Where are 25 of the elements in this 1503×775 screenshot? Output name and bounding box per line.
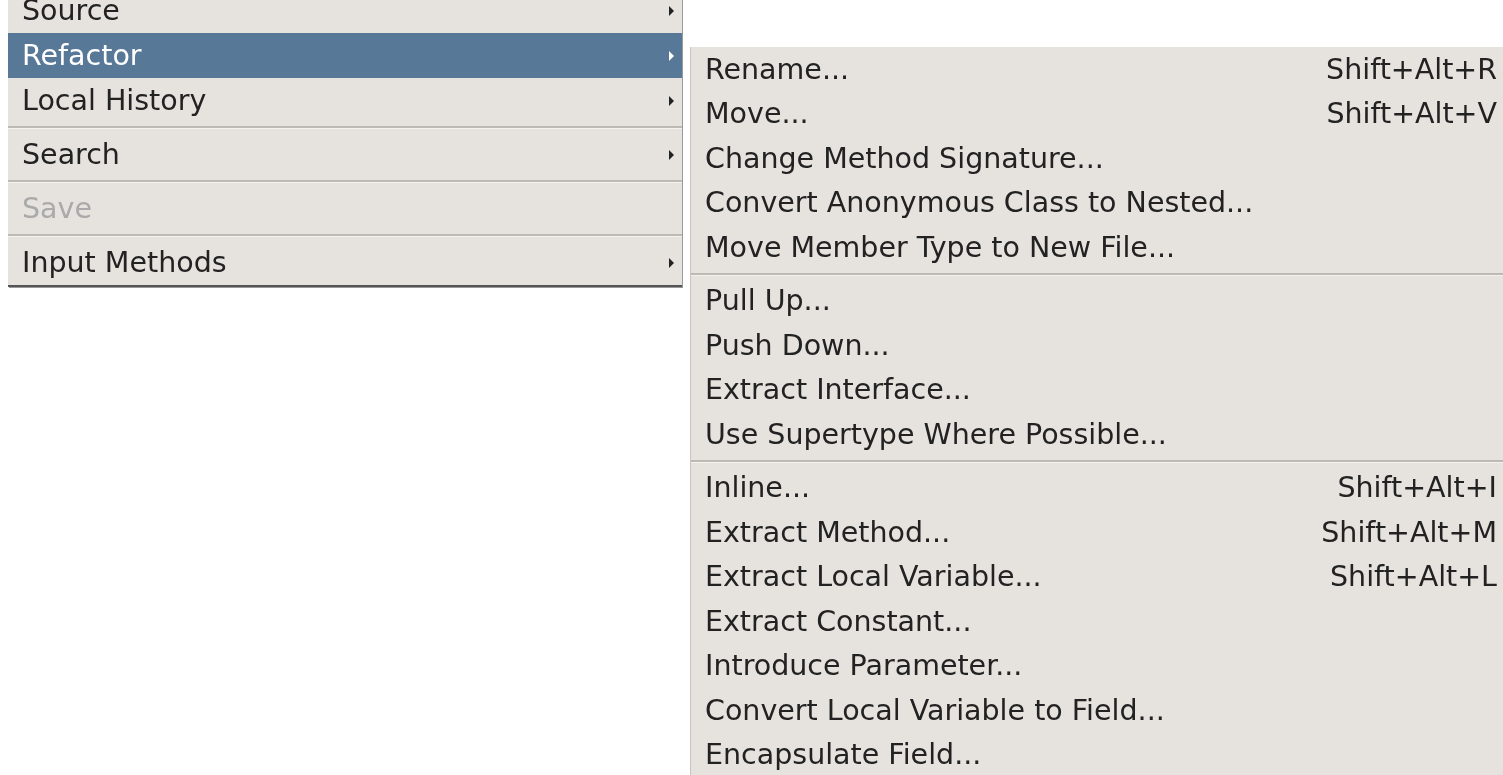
submenu-arrow-icon (669, 50, 674, 61)
menu-item[interactable]: Local History (8, 78, 682, 123)
submenu-arrow-icon (669, 149, 674, 160)
menu-item[interactable]: Move Member Type to New File... (691, 225, 1503, 270)
menu-item[interactable]: Convert Anonymous Class to Nested... (691, 180, 1503, 225)
menu-item[interactable]: Extract Constant... (691, 599, 1503, 644)
menu-item[interactable]: Change Method Signature... (691, 136, 1503, 181)
menu-item[interactable]: Input Methods (8, 240, 682, 285)
menu-item[interactable]: Refactor (8, 33, 682, 78)
menu-item[interactable]: Rename... Shift+Alt+R (691, 47, 1503, 92)
menu-item[interactable]: Encapsulate Field... (691, 732, 1503, 775)
menu-item[interactable]: Use Supertype Where Possible... (691, 412, 1503, 457)
menu-item[interactable]: Inline... Shift+Alt+I (691, 465, 1503, 510)
menu-item[interactable]: Introduce Parameter... (691, 643, 1503, 688)
menu-item[interactable]: Extract Method... Shift+Alt+M (691, 510, 1503, 555)
menu-item[interactable]: Search (8, 132, 682, 177)
menu-item[interactable]: Extract Interface... (691, 367, 1503, 412)
submenu-arrow-icon (669, 257, 674, 268)
menu-item[interactable]: Extract Local Variable... Shift+Alt+L (691, 554, 1503, 599)
submenu-arrow-icon (669, 5, 674, 16)
menu-item[interactable]: Move... Shift+Alt+V (691, 91, 1503, 136)
menu-item[interactable]: Convert Local Variable to Field... (691, 688, 1503, 733)
submenu-arrow-icon (669, 95, 674, 106)
menu-item[interactable]: Pull Up... (691, 278, 1503, 323)
menu-item[interactable]: Push Down... (691, 323, 1503, 368)
